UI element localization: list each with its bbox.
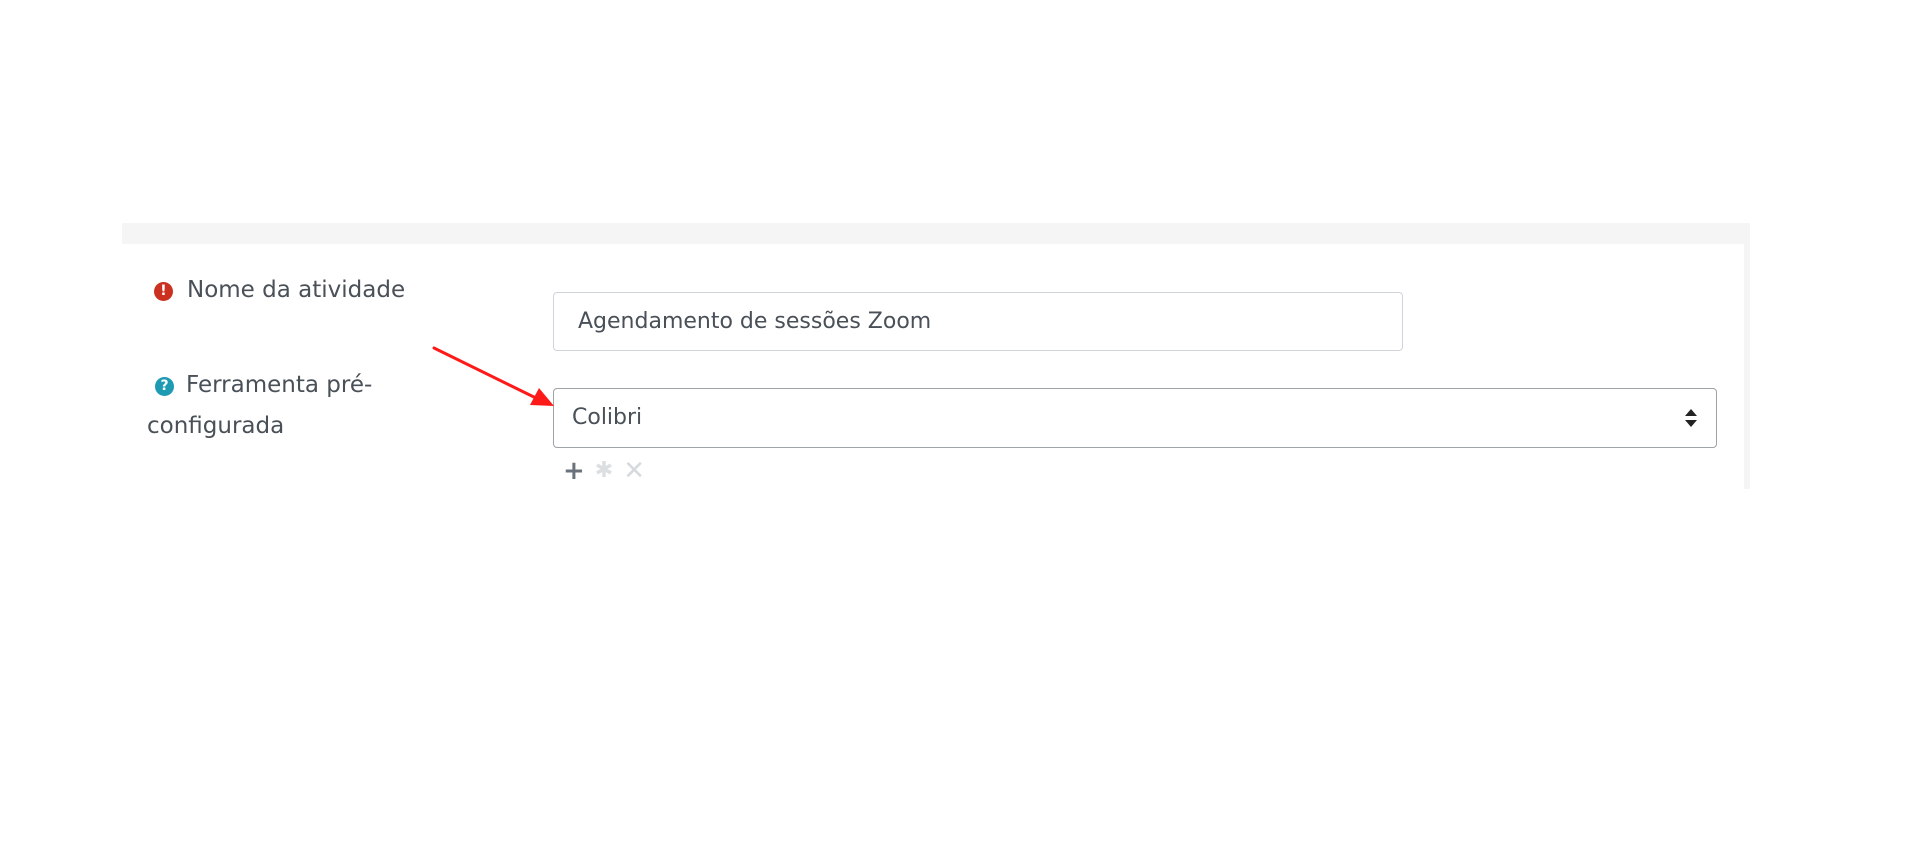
- activity-name-input[interactable]: [553, 292, 1403, 351]
- preconfigured-tool-select[interactable]: Colibri: [553, 388, 1717, 448]
- activity-name-label-text: Nome da atividade: [187, 277, 406, 303]
- form-fields: ! Nome da atividade ?Ferramenta pré-confi…: [122, 244, 1744, 489]
- tool-actions: + ✱ ✕: [563, 456, 645, 486]
- question-circle-icon[interactable]: ?: [155, 377, 174, 396]
- screen: ! Nome da atividade ?Ferramenta pré-confi…: [0, 0, 1920, 864]
- activity-name-label: ! Nome da atividade: [150, 270, 405, 311]
- plus-icon[interactable]: +: [563, 456, 585, 486]
- preconfigured-tool-label: ? Ferramenta pré-configurada: [147, 365, 417, 447]
- close-icon[interactable]: ✕: [623, 456, 645, 486]
- preconfigured-tool-label-text: Ferramenta pré-configurada: [147, 372, 373, 439]
- form-panel: ! Nome da atividade ?Ferramenta pré-confi…: [122, 223, 1750, 489]
- preconfigured-tool-selected: Colibri: [572, 405, 643, 430]
- exclamation-circle-icon[interactable]: !: [154, 282, 173, 301]
- sort-caret-icon: [1685, 409, 1697, 427]
- gear-icon[interactable]: ✱: [595, 456, 613, 486]
- annotation-arrow: [432, 346, 554, 406]
